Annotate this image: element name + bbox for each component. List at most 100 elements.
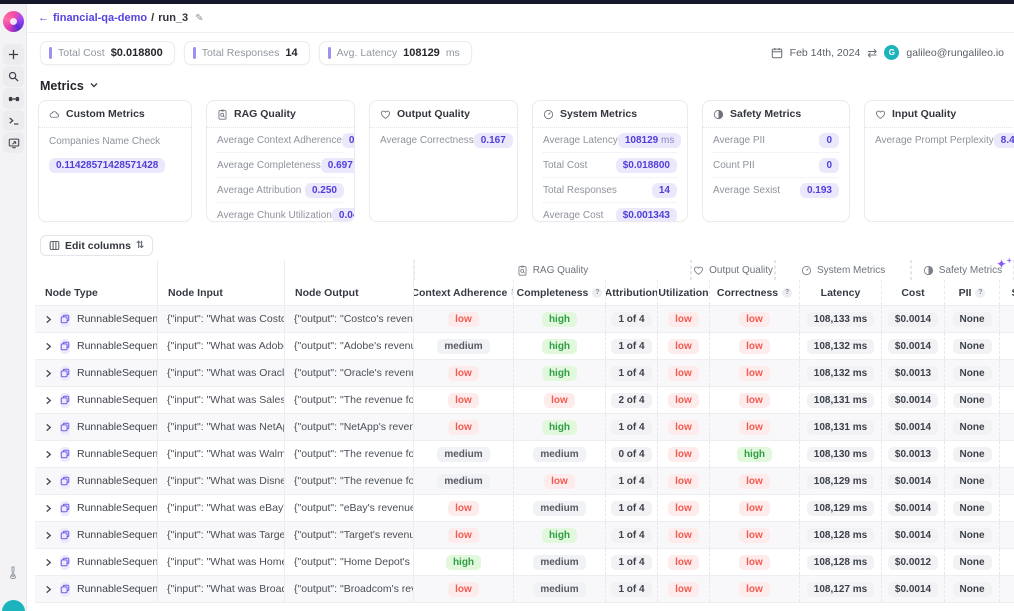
row-expand-chevron-icon[interactable] xyxy=(44,369,53,378)
info-icon[interactable]: ? xyxy=(592,288,602,298)
table-row[interactable]: RunnableSequence{"input": "What was Broa… xyxy=(35,575,1014,602)
table-row[interactable]: RunnableSequence{"input": "What was Targ… xyxy=(35,521,1014,548)
metric-value-badge: 0.697 xyxy=(321,158,355,173)
column-header-sexist[interactable]: Sexist xyxy=(1000,280,1014,305)
row-expand-chevron-icon[interactable] xyxy=(44,504,53,513)
metric-row: Average Sexist 0.193 xyxy=(713,178,839,203)
cell-correctness: low xyxy=(710,576,800,602)
table-row[interactable]: RunnableSequence{"input": "What was Walm… xyxy=(35,440,1014,467)
info-icon[interactable]: ? xyxy=(782,288,792,298)
dumbbell-icon xyxy=(8,93,20,105)
search-button[interactable] xyxy=(3,66,24,87)
node-text: {"output": "Adobe's revenue in ... xyxy=(285,340,414,352)
compare-runs-icon[interactable]: ⇄ xyxy=(867,46,877,60)
chip-suffix: ms xyxy=(446,47,460,59)
row-expand-chevron-icon[interactable] xyxy=(44,342,53,351)
info-icon[interactable]: ? xyxy=(975,288,985,298)
column-header-context_adherence[interactable]: Context Adherence? xyxy=(414,280,514,305)
column-header-correctness[interactable]: Correctness? xyxy=(710,280,800,305)
table-row[interactable]: RunnableSequence{"input": "What was Cost… xyxy=(35,305,1014,332)
edit-columns-button[interactable]: Edit columns ⇅ xyxy=(40,235,153,256)
gauge-icon xyxy=(543,109,554,120)
calendar-icon[interactable] xyxy=(771,47,783,59)
node-type-label: RunnableSequence xyxy=(77,394,158,406)
pii-badge: None xyxy=(953,501,992,516)
column-header-latency[interactable]: Latency xyxy=(800,280,882,305)
table-row[interactable]: RunnableSequence{"input": "What was NetA… xyxy=(35,413,1014,440)
cell-completeness: medium xyxy=(514,549,606,575)
metric-label: Average Chunk Utilization xyxy=(217,210,332,221)
correctness-badge: low xyxy=(739,312,770,327)
row-expand-chevron-icon[interactable] xyxy=(44,477,53,486)
metric-label: Average Context Adherence xyxy=(217,135,342,146)
breadcrumb-run-name: run_3 xyxy=(158,12,188,24)
edit-run-name-icon[interactable]: ✎ xyxy=(195,13,203,24)
cell-completeness: high xyxy=(514,306,606,332)
node-text: {"output": "The revenue for Dis... xyxy=(285,475,414,487)
chip-accent-bar xyxy=(328,47,331,59)
cell-node_output: {"output": "eBay's revenue in Q... xyxy=(285,495,414,521)
cell-pii: None xyxy=(945,414,1000,440)
column-header-node_output[interactable]: Node Output xyxy=(285,280,414,305)
column-header-attribution[interactable]: Attribution xyxy=(606,280,658,305)
table-row[interactable]: RunnableSequence{"input": "What was Home… xyxy=(35,548,1014,575)
metric-value: 0.697 xyxy=(328,160,353,171)
cell-latency: 108,129 ms xyxy=(800,495,882,521)
back-arrow-icon[interactable]: ← xyxy=(38,12,49,24)
metrics-section-toggle[interactable]: Metrics xyxy=(40,77,99,95)
metric-card-header: Custom Metrics xyxy=(39,101,191,128)
table-row[interactable]: RunnableSequence{"input": "What was Sale… xyxy=(35,386,1014,413)
cell-node_input: {"input": "What was Oracle's re... xyxy=(158,360,285,386)
cost-badge: $0.0014 xyxy=(888,501,938,516)
metric-row: Average Correctness0.167 xyxy=(380,128,507,153)
table-group-label: Safety Metrics xyxy=(939,265,1002,276)
column-header-pii[interactable]: PII? xyxy=(945,280,1000,305)
table-row[interactable]: RunnableSequence{"input": "What was eBay… xyxy=(35,494,1014,521)
row-expand-chevron-icon[interactable] xyxy=(44,531,53,540)
row-expand-chevron-icon[interactable] xyxy=(44,315,53,324)
cell-pii: None xyxy=(945,576,1000,602)
row-expand-chevron-icon[interactable] xyxy=(44,450,53,459)
row-expand-chevron-icon[interactable] xyxy=(44,585,53,594)
labs-button[interactable] xyxy=(6,565,20,585)
table-group-label: System Metrics xyxy=(817,265,885,276)
table-row[interactable]: RunnableSequence{"input": "What was Adob… xyxy=(35,332,1014,359)
column-header-node_input[interactable]: Node Input xyxy=(158,280,285,305)
cell-sexist xyxy=(1000,441,1014,467)
console-button[interactable] xyxy=(3,110,24,131)
user-email[interactable]: galileo@rungalileo.io xyxy=(906,47,1004,59)
node-type-icon xyxy=(60,528,70,543)
table-row[interactable]: RunnableSequence{"input": "What was Disn… xyxy=(35,467,1014,494)
column-header-label: Completeness xyxy=(517,287,589,299)
column-header-node_type[interactable]: Node Type xyxy=(35,280,158,305)
galileo-logo-icon[interactable] xyxy=(3,11,24,32)
pii-badge: None xyxy=(953,555,992,570)
cell-attribution: 1 of 4 xyxy=(606,306,658,332)
sidebar xyxy=(0,4,27,611)
cell-latency: 108,131 ms xyxy=(800,387,882,413)
utilization-badge: low xyxy=(668,582,699,597)
monitor-button[interactable] xyxy=(3,132,24,153)
metric-value-badge: 0.250 xyxy=(305,183,344,198)
node-text: {"input": "What was Walmart's r... xyxy=(158,448,285,460)
new-project-button[interactable] xyxy=(3,44,24,65)
column-header-completeness[interactable]: Completeness? xyxy=(514,280,606,305)
node-type-icon xyxy=(60,582,70,597)
metric-value-badge: 0.193 xyxy=(800,183,839,198)
row-expand-chevron-icon[interactable] xyxy=(44,558,53,567)
avatar[interactable]: G xyxy=(884,45,899,60)
cell-node_type: RunnableSequence xyxy=(35,549,158,575)
row-expand-chevron-icon[interactable] xyxy=(44,423,53,432)
latency-badge: 108,129 ms xyxy=(807,501,874,516)
chat-widget-button[interactable] xyxy=(2,600,25,611)
correctness-badge: low xyxy=(739,474,770,489)
row-expand-chevron-icon[interactable] xyxy=(44,396,53,405)
cost-badge: $0.0014 xyxy=(888,582,938,597)
column-header-cost[interactable]: Cost xyxy=(882,280,945,305)
column-header-utilization[interactable]: Utilization xyxy=(658,280,710,305)
table-row[interactable]: RunnableSequence{"input": "What was Orac… xyxy=(35,359,1014,386)
run-date[interactable]: Feb 14th, 2024 xyxy=(790,47,861,59)
training-button[interactable] xyxy=(3,88,24,109)
metric-label: Average Sexist xyxy=(713,185,780,196)
breadcrumb-project-link[interactable]: financial-qa-demo xyxy=(53,12,147,24)
